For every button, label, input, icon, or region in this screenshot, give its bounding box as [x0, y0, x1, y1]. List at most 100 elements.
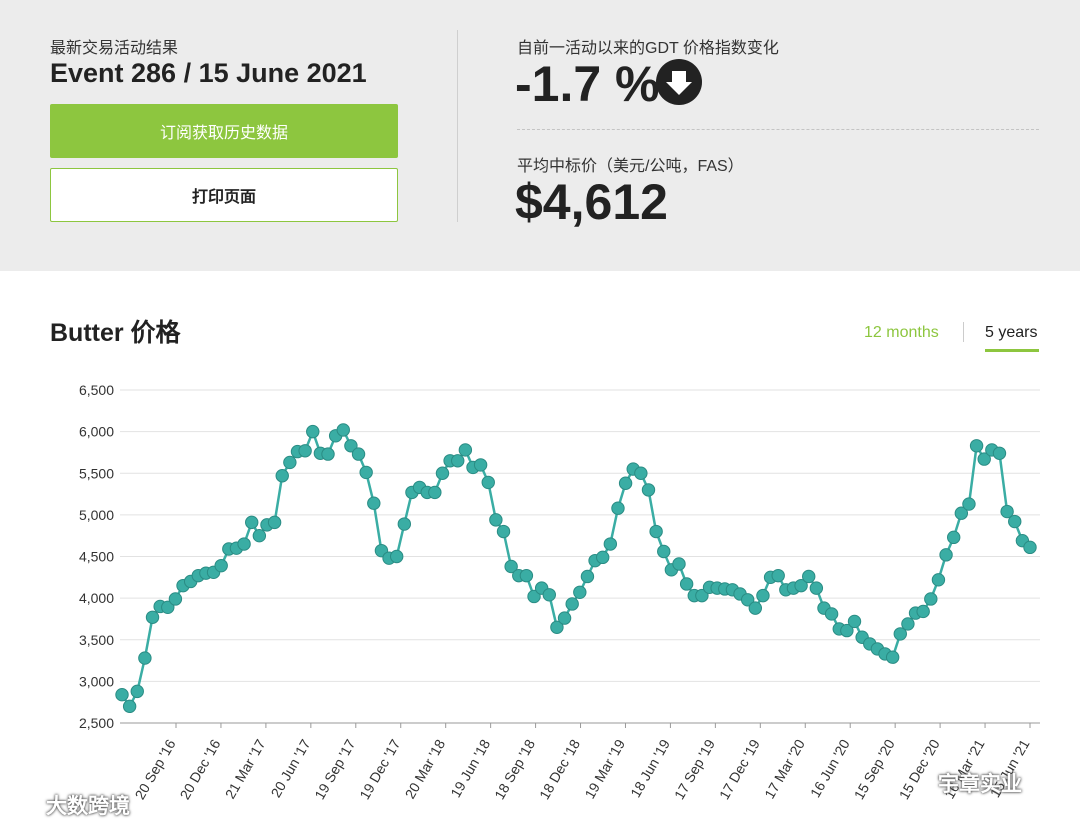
y-tick-label: 3,500 [79, 632, 114, 648]
dashed-divider [517, 129, 1039, 130]
data-point [115, 687, 129, 702]
data-point [168, 592, 183, 606]
data-point [931, 573, 946, 587]
data-point [298, 444, 312, 458]
tab-separator [963, 322, 964, 342]
data-point [847, 614, 862, 629]
data-point [946, 530, 961, 545]
x-tick-label: 20 Dec '16 [176, 736, 223, 802]
x-tick-label: 15 Sep '20 [851, 736, 898, 802]
data-point [748, 601, 763, 615]
price-line [120, 428, 1031, 708]
tab-12-months[interactable]: 12 months [864, 324, 939, 342]
data-point [939, 548, 953, 562]
data-point [679, 577, 694, 591]
data-point [458, 443, 473, 457]
data-point [901, 617, 915, 631]
data-point [519, 568, 534, 583]
x-tick-label: 19 Jun '18 [447, 736, 493, 800]
data-point [130, 684, 144, 699]
data-point [306, 424, 320, 439]
event-caption: 最新交易活动结果 [50, 40, 179, 57]
watermark-right: 宇章实业 [938, 773, 1022, 796]
data-point [451, 454, 465, 468]
data-point [756, 588, 770, 603]
avg-price-value: $4,612 [515, 174, 668, 230]
y-tick-label: 3,000 [79, 673, 114, 689]
data-point [802, 569, 816, 584]
print-page-button[interactable]: 打印页面 [50, 168, 398, 222]
x-tick-label: 15 Dec '20 [896, 736, 943, 802]
y-tick-label: 6,500 [79, 382, 114, 398]
data-point [969, 439, 984, 453]
x-tick-label: 17 Dec '19 [716, 736, 763, 802]
data-point [489, 513, 503, 527]
data-point [649, 524, 663, 539]
data-point [771, 568, 785, 583]
y-tick-label: 4,000 [79, 590, 114, 606]
data-point [336, 423, 350, 437]
watermark-left: 大数跨境 [46, 795, 130, 818]
x-tick-label: 17 Mar '20 [761, 736, 808, 801]
data-point [618, 476, 633, 490]
data-point [641, 483, 656, 497]
data-point [138, 651, 152, 665]
y-tick-label: 4,500 [79, 549, 114, 565]
data-point [672, 557, 686, 571]
data-point [809, 581, 824, 595]
data-point [1008, 514, 1022, 529]
x-tick-label: 19 Sep '17 [311, 736, 358, 802]
y-tick-label: 5,000 [79, 507, 114, 523]
data-point [657, 544, 671, 559]
butter-price-chart: 2,500 3,000 3,500 4,000 4,500 5,000 5,500 6,000… [79, 382, 1040, 802]
x-tick-label: 19 Dec '17 [356, 736, 403, 802]
x-tick-label: 18 Sep '18 [491, 736, 538, 802]
data-point [634, 466, 648, 480]
tab-5-years[interactable]: 5 years [985, 324, 1037, 342]
x-tick-label: 21 Mar '17 [222, 736, 269, 801]
data-point [245, 515, 259, 530]
data-point [351, 447, 366, 461]
data-point [611, 501, 625, 515]
summary-panel: 最新交易活动结果 Event 286 / 15 June 2021 订阅获取历史… [0, 0, 1080, 271]
x-tick-label: 18 Dec '18 [536, 736, 583, 802]
x-tick-label: 17 Sep '19 [671, 736, 718, 802]
data-point [496, 524, 511, 539]
x-tick-label: 20 Sep '16 [131, 736, 178, 802]
data-point [145, 610, 160, 624]
subscribe-button[interactable]: 订阅获取历史数据 [50, 104, 398, 158]
data-point [1023, 540, 1037, 555]
data-point [824, 607, 839, 621]
data-point [214, 558, 228, 573]
arrow-down-circle-icon [656, 59, 702, 105]
chart-title: Butter 价格 [50, 319, 181, 347]
data-point [573, 585, 587, 599]
data-point [389, 549, 404, 564]
data-point [252, 528, 267, 543]
data-point [885, 650, 900, 664]
active-tab-indicator [985, 349, 1039, 352]
x-tick-label: 16 Jun '20 [807, 736, 853, 800]
data-point [557, 611, 572, 625]
data-point [122, 699, 137, 714]
data-point [428, 485, 442, 500]
data-point [367, 496, 381, 510]
data-point [435, 466, 450, 480]
data-point [596, 550, 610, 565]
data-point [397, 517, 412, 531]
data-point [321, 447, 335, 461]
data-point [603, 537, 618, 551]
data-point [237, 537, 251, 551]
data-point [267, 515, 282, 530]
x-tick-label: 19 Mar '19 [581, 736, 628, 801]
data-point [992, 446, 1007, 460]
event-title: Event 286 / 15 June 2021 [50, 58, 367, 88]
data-point [962, 497, 976, 511]
index-change-value: -1.7 % [515, 56, 660, 112]
x-tick-label: 18 Jun '19 [627, 736, 673, 800]
data-point [275, 469, 289, 483]
y-tick-label: 6,000 [79, 424, 114, 440]
x-tick-label: 20 Mar '18 [402, 736, 449, 801]
data-point [481, 475, 495, 490]
y-tick-label: 2,500 [79, 715, 114, 731]
